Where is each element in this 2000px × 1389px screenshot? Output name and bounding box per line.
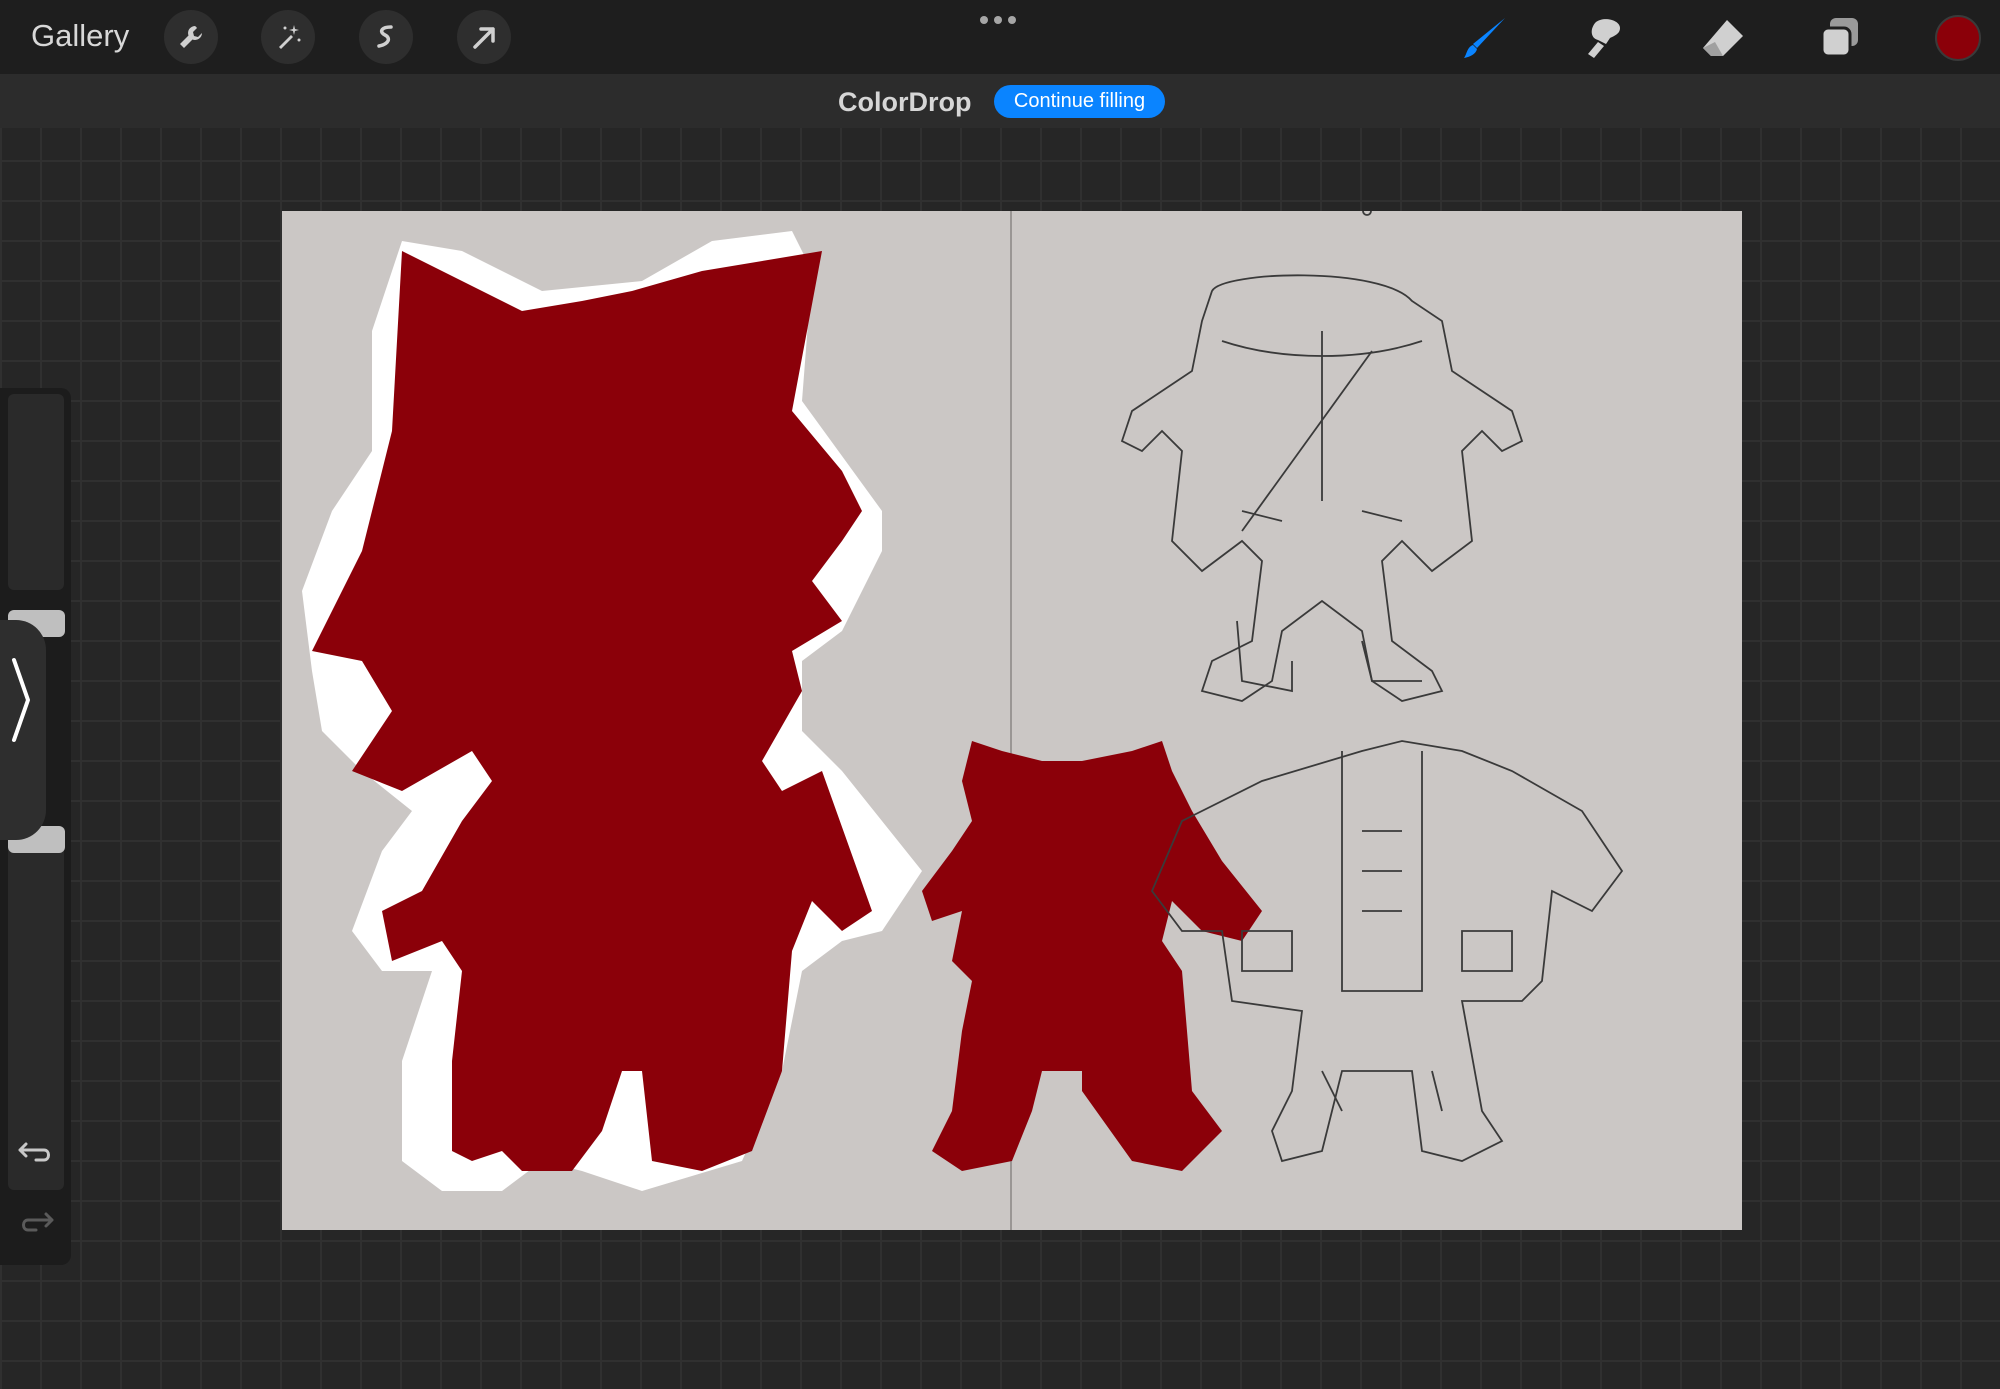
continue-filling-button[interactable]: Continue filling — [994, 85, 1165, 118]
brush-button[interactable] — [1461, 14, 1509, 62]
chevron-right-icon — [12, 658, 30, 742]
layers-icon — [1820, 18, 1858, 58]
wrench-icon — [180, 26, 202, 48]
brush-size-slider[interactable] — [8, 394, 64, 590]
mode-title: ColorDrop — [838, 87, 972, 117]
outfit-lineart-top — [1120, 274, 1524, 702]
magic-wand-icon — [279, 25, 301, 49]
more-options-icon[interactable] — [980, 16, 1016, 24]
selection-icon — [377, 25, 393, 48]
redo-icon[interactable] — [16, 1200, 56, 1240]
top-toolbar: Gallery — [0, 0, 2000, 74]
drawing-canvas[interactable] — [282, 211, 1742, 1230]
transform-button[interactable] — [457, 10, 511, 64]
sidebar-collapse-tab[interactable] — [0, 620, 46, 840]
adjustments-button[interactable] — [261, 10, 315, 64]
selection-button[interactable] — [359, 10, 413, 64]
canvas-artwork — [302, 211, 1624, 1230]
eraser-button[interactable] — [1699, 14, 1747, 62]
chibi-silhouette — [302, 231, 922, 1191]
gallery-button[interactable]: Gallery — [31, 18, 129, 54]
brush-icon — [1464, 18, 1505, 58]
transform-arrow-icon — [473, 27, 495, 49]
layers-button[interactable] — [1816, 14, 1864, 62]
eraser-icon — [1703, 20, 1743, 56]
undo-icon[interactable] — [16, 1130, 56, 1170]
smudge-icon — [1588, 19, 1620, 58]
smudge-button[interactable] — [1580, 14, 1628, 62]
color-picker-button[interactable] — [1935, 15, 1981, 61]
actions-button[interactable] — [164, 10, 218, 64]
outfit-lineart-bottom — [1150, 211, 1624, 1163]
